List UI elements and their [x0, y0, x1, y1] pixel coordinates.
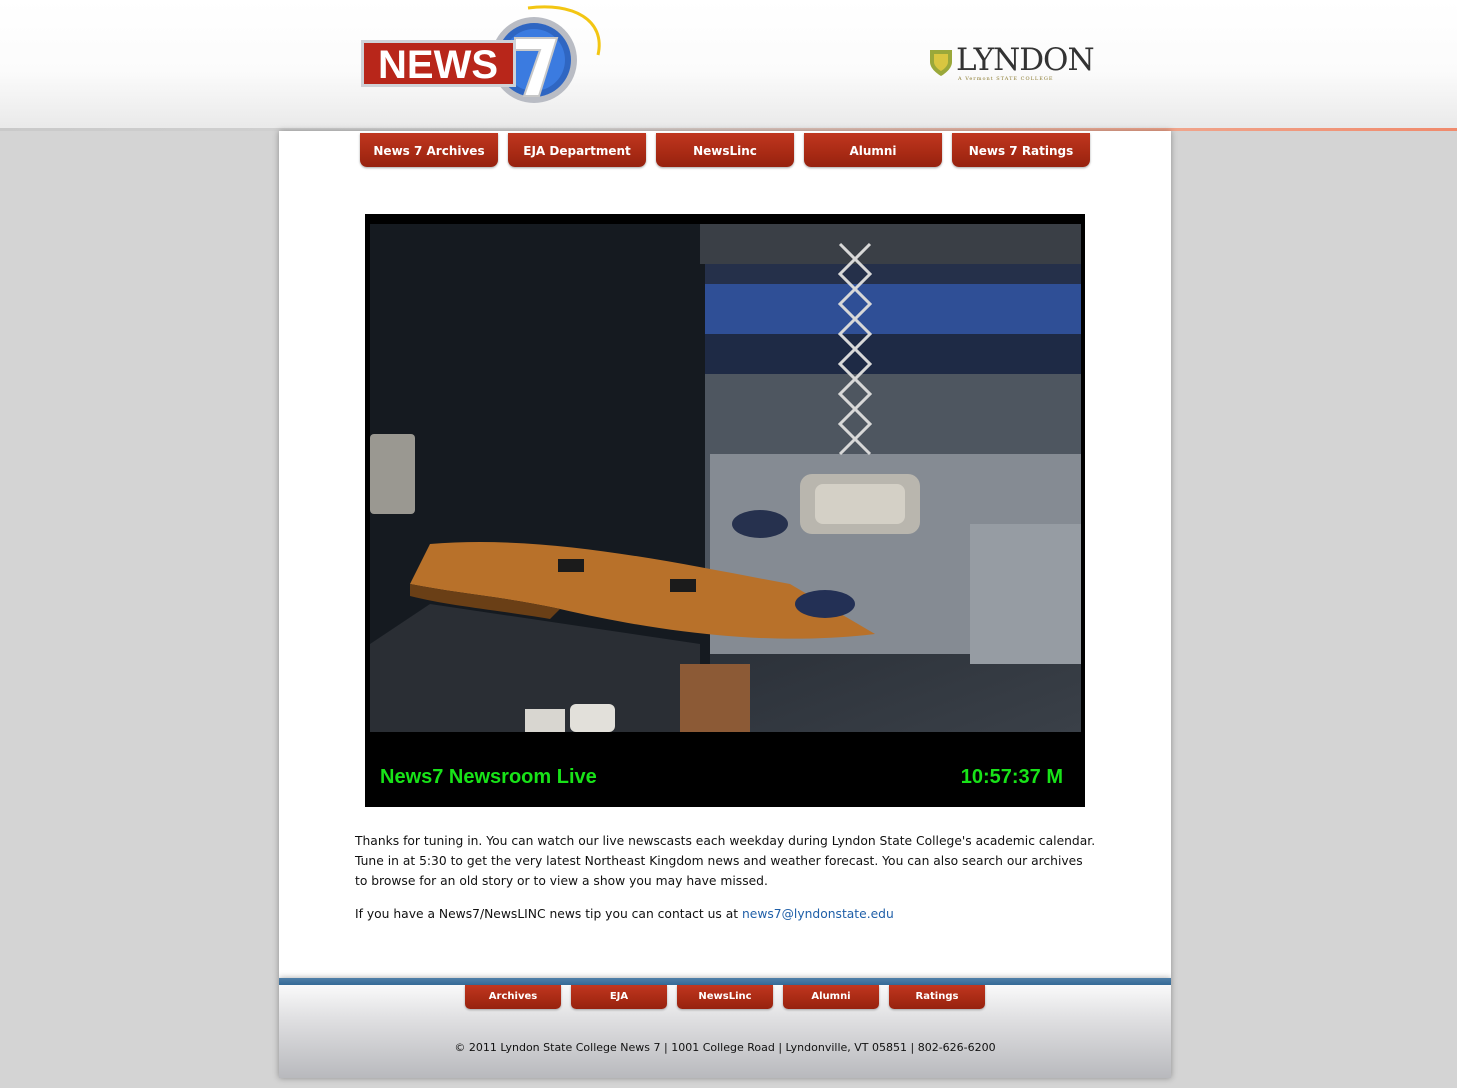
lyndon-tagline: A Vermont STATE COLLEGE — [958, 76, 1054, 82]
nav-news7-archives[interactable]: News 7 Archives — [360, 133, 498, 167]
nav-newslinc[interactable]: NewsLinc — [656, 133, 794, 167]
footer-bar — [279, 978, 1171, 985]
nav-alumni[interactable]: Alumni — [804, 133, 942, 167]
svg-text:NEWS: NEWS — [378, 43, 498, 87]
footer-nav-newslinc[interactable]: NewsLinc — [677, 985, 773, 1009]
site-header: NEWS LYNDON A Vermont STATE COLLEGE — [0, 0, 1457, 130]
shield-icon — [930, 50, 952, 76]
footer-nav-ratings[interactable]: Ratings — [889, 985, 985, 1009]
video-timestamp: 10:57:37 M — [960, 766, 1063, 788]
newsroom-camera-feed — [370, 224, 1081, 732]
nav-news7-ratings[interactable]: News 7 Ratings — [952, 133, 1090, 167]
footer-nav-archives[interactable]: Archives — [465, 985, 561, 1009]
intro-paragraph: Thanks for tuning in. You can watch our … — [355, 834, 1096, 888]
lyndon-wordmark: LYNDON — [956, 42, 1095, 78]
main-panel: News 7 Archives EJA Department NewsLinc … — [279, 131, 1171, 978]
news-tip-paragraph: If you have a News7/NewsLINC news tip yo… — [355, 904, 1097, 924]
live-video-player[interactable]: News7 Newsroom Live 10:57:37 M — [365, 214, 1085, 807]
news7-logo[interactable]: NEWS — [358, 0, 608, 120]
newsroom-scene — [370, 224, 1081, 732]
lyndon-logo[interactable]: LYNDON A Vermont STATE COLLEGE — [928, 42, 1098, 88]
nav-eja-department[interactable]: EJA Department — [508, 133, 646, 167]
footer-nav-alumni[interactable]: Alumni — [783, 985, 879, 1009]
video-title: News7 Newsroom Live — [380, 766, 597, 788]
news-tip-email-link[interactable]: news7@lyndonstate.edu — [742, 907, 894, 921]
news-tip-text: If you have a News7/NewsLINC news tip yo… — [355, 907, 742, 921]
copyright-text: © 2011 Lyndon State College News 7 | 100… — [454, 1041, 996, 1054]
site-footer: Archives EJA NewsLinc Alumni Ratings © 2… — [279, 978, 1171, 1078]
footer-nav-eja[interactable]: EJA — [571, 985, 667, 1009]
